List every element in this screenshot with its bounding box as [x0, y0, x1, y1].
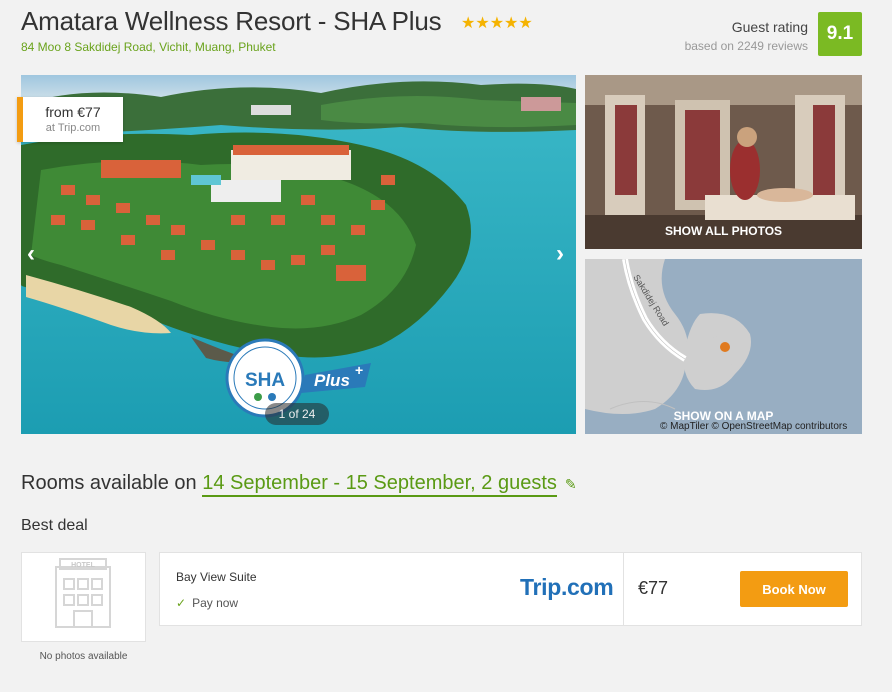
guest-rating-label: Guest rating — [731, 19, 808, 35]
review-count: based on 2249 reviews — [684, 39, 808, 53]
price-from: from €77 — [45, 104, 101, 120]
room-name: Bay View Suite — [176, 570, 257, 584]
price-source: at Trip.com — [45, 122, 101, 134]
best-deal-card[interactable]: Bay View Suite ✓ Pay now Trip.com €77 Boo… — [159, 552, 862, 626]
map-credit[interactable]: © MapTiler © OpenStreetMap contributors — [660, 421, 847, 432]
map-tile[interactable]: Sakdidej Road — [585, 259, 862, 434]
show-all-photos-tile[interactable] — [585, 75, 862, 249]
divider — [623, 553, 624, 625]
no-photos-label: No photos available — [39, 651, 128, 662]
pencil-icon[interactable]: ✎ — [565, 476, 577, 493]
sha-plus-text: Plus — [314, 371, 350, 390]
sha-badge-text: SHA — [245, 370, 285, 391]
svg-text:+: + — [355, 362, 363, 378]
payment-option: ✓ Pay now — [176, 596, 238, 610]
rooms-available-heading: Rooms available on 14 September - 15 Sep… — [21, 472, 577, 497]
star-rating: ★★★★★ — [461, 15, 533, 32]
hotel-address[interactable]: 84 Moo 8 Sakdidej Road, Vichit, Muang, P… — [21, 40, 276, 54]
room-thumbnail: HOTEL — [21, 552, 146, 642]
chevron-right-icon[interactable]: › — [556, 240, 564, 268]
deal-price: €77 — [638, 578, 669, 598]
provider-logo[interactable]: Trip.com — [520, 574, 614, 601]
hotel-sign-text: HOTEL — [71, 562, 95, 569]
payment-label: Pay now — [192, 596, 239, 610]
date-guest-selector[interactable]: 14 September - 15 September, 2 guests — [202, 472, 557, 497]
map-image: Sakdidej Road — [585, 259, 862, 434]
best-deal-heading: Best deal — [21, 517, 88, 534]
photo-counter: 1 of 24 — [265, 403, 329, 425]
show-all-photos-label[interactable]: SHOW ALL PHOTOS — [585, 224, 862, 238]
hotel-placeholder-icon: HOTEL — [55, 558, 111, 628]
chevron-left-icon[interactable]: ‹ — [27, 240, 35, 268]
spa-image — [585, 75, 862, 249]
book-now-button[interactable]: Book Now — [740, 571, 848, 607]
rooms-prefix: Rooms available on — [21, 472, 197, 494]
hotel-title: Amatara Wellness Resort - SHA Plus — [21, 6, 442, 36]
rating-badge[interactable]: 9.1 — [818, 12, 862, 56]
price-from-tag[interactable]: from €77 at Trip.com — [17, 97, 123, 142]
checkmark-icon: ✓ — [176, 596, 187, 610]
